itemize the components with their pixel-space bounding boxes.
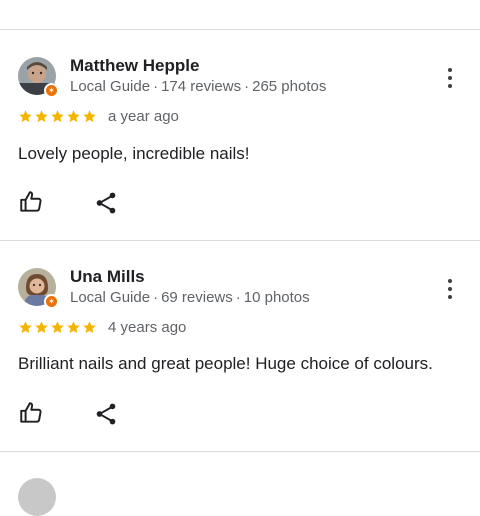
star-icon <box>19 110 32 123</box>
more-options-button[interactable] <box>442 66 458 90</box>
photos-count: 10 photos <box>243 289 310 306</box>
meta-separator: · <box>153 289 159 306</box>
more-options-button[interactable] <box>442 277 458 301</box>
next-review-avatar[interactable] <box>18 478 56 516</box>
meta-separator: · <box>244 78 250 95</box>
star-icon <box>35 321 48 334</box>
star-icon <box>51 321 64 334</box>
meta-separator: · <box>153 78 159 95</box>
share-icon <box>96 403 116 425</box>
like-button[interactable] <box>18 189 44 215</box>
reviewer-meta: Local Guide · 69 reviews · 10 photos <box>70 289 310 306</box>
star-icon <box>83 321 96 334</box>
reviews-count: 174 reviews <box>161 78 242 95</box>
reviewer-meta: Local Guide · 174 reviews · 265 photos <box>70 78 326 95</box>
review-text: Brilliant nails and great people! Huge c… <box>18 354 433 373</box>
star-icon <box>83 110 96 123</box>
star-rating <box>18 320 97 335</box>
review-time: 4 years ago <box>108 319 187 336</box>
more-dot <box>448 84 452 88</box>
more-vertical-icon <box>448 279 452 283</box>
local-guide-badge-icon: ✶ <box>44 294 59 309</box>
more-vertical-icon <box>448 68 452 72</box>
like-button[interactable] <box>18 400 44 426</box>
star-icon <box>19 321 32 334</box>
star-icon <box>67 321 80 334</box>
reviewer-avatar[interactable]: ✶ <box>18 268 59 309</box>
reviews-count: 69 reviews <box>161 289 233 306</box>
local-guide-badge-icon: ✶ <box>44 83 59 98</box>
review-divider <box>0 451 480 452</box>
review-card: ✶ Una Mills Local Guide · 69 reviews · 10 ph… <box>0 241 480 451</box>
share-button[interactable] <box>93 401 119 427</box>
reviewer-name[interactable]: Una Mills <box>70 267 145 287</box>
reviewer-name[interactable]: Matthew Hepple <box>70 56 199 76</box>
star-icon <box>35 110 48 123</box>
star-rating <box>18 109 97 124</box>
more-dot <box>448 295 452 299</box>
more-dot <box>448 76 452 80</box>
review-text: Lovely people, incredible nails! <box>18 144 250 163</box>
thumbs-up-icon <box>20 402 42 423</box>
photos-count: 265 photos <box>252 78 327 95</box>
share-icon <box>96 192 116 214</box>
meta-separator: · <box>235 289 241 306</box>
more-dot <box>448 287 452 291</box>
reviewer-role: Local Guide <box>70 289 151 306</box>
star-icon <box>51 110 64 123</box>
reviewer-avatar[interactable]: ✶ <box>18 57 59 98</box>
star-icon <box>67 110 80 123</box>
share-button[interactable] <box>93 190 119 216</box>
thumbs-up-icon <box>20 191 42 212</box>
review-card: ✶ Matthew Hepple Local Guide · 174 reviews… <box>0 30 480 240</box>
reviewer-role: Local Guide <box>70 78 151 95</box>
review-time: a year ago <box>108 108 179 125</box>
